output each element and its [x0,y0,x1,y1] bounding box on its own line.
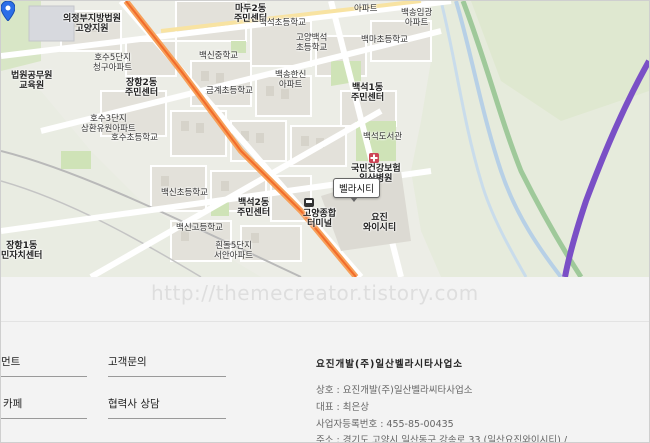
map-label-court: 의정부지방법원 고양지원 [63,14,121,34]
footer-link-partner[interactable]: 협력사 상담 [108,396,160,411]
company-name: 요진개발(주)일산벨라시타사업소 [316,359,464,370]
map-label-baeksong-imgwang: 백송임광 아파트 [401,8,433,28]
footer-link-underline [108,418,226,419]
map-label-baekshin-mid: 백신중학교 [199,51,239,61]
footer-link-management[interactable]: 먼트 [1,354,20,369]
map-label-hosu5: 호수5단지 청구아파트 [93,53,133,73]
hospital-icon [369,153,379,163]
footer-link-underline [108,376,226,377]
location-map[interactable]: 의정부지방법원 고양지원 마두2동 주민센터 백석초등학교 아파트 백송임광 아파트 … [1,1,649,277]
map-label-yojin-ycity: 요진 와이시티 [363,213,397,233]
watermark: http://themecreator.tistory.com [151,281,479,305]
map-label-court-training: 법원공무원 교육원 [11,71,53,91]
map-label-baekseok2: 백석2동 주민센터 [237,198,271,218]
map-label-janghang1: 장항1동 민자치센터 [1,241,43,261]
location-pin-icon[interactable] [1,1,15,21]
map-label-hosu-elem: 호수초등학교 [111,133,158,143]
page-frame: 의정부지방법원 고양지원 마두2동 주민센터 백석초등학교 아파트 백송임광 아파트 … [0,0,650,443]
company-info-bizno: 사업자등록번호 : 455-85-00435 [316,419,454,430]
map-label-baeksong-hanshin: 백송한신 아파트 [275,70,307,90]
map-label-baekshin-high: 백신고등학교 [176,223,223,233]
map-label-baekshin-elem: 백신초등학교 [161,188,208,198]
bus-icon [304,198,314,207]
map-label-janghang2: 장항2동 주민센터 [125,78,159,98]
company-info-name: 상호 : 요진개발(주)일산벨라씨타사업소 [316,385,473,396]
company-info-address: 주소 : 경기도 고양시 일산동구 강송로 33 (일산요진와이시티) / [316,435,568,443]
map-label-huindol5: 흰돌5단지 서안아파트 [214,241,254,261]
map-label-geumgye: 금계초등학교 [206,86,253,96]
map-label-goyang-baekseok: 고양백석 초등학교 [296,33,328,53]
map-label-baekseok1: 백석1동 주민센터 [351,83,385,103]
map-label-apartment: 아파트 [354,4,378,14]
map-label-hosu3: 호수3단지 삼환유원아파트 [81,114,136,134]
footer-divider [1,321,649,322]
map-label-baekseok-school: 백석초등학교 [259,18,306,28]
footer-link-underline [1,376,87,377]
footer-link-underline [1,418,87,419]
map-label-baekma-elem: 백마초등학교 [361,35,408,45]
map-label-baekseok-library: 백석도서관 [363,132,403,142]
footer-link-customer[interactable]: 고객문의 [108,354,147,369]
company-info-ceo: 대표 : 최은상 [316,402,369,413]
destination-callout[interactable]: 벨라시티 [333,178,380,202]
footer-link-cafe[interactable]: 카페 [3,396,22,411]
map-label-goyang-terminal: 고양종합 터미널 [303,209,337,229]
